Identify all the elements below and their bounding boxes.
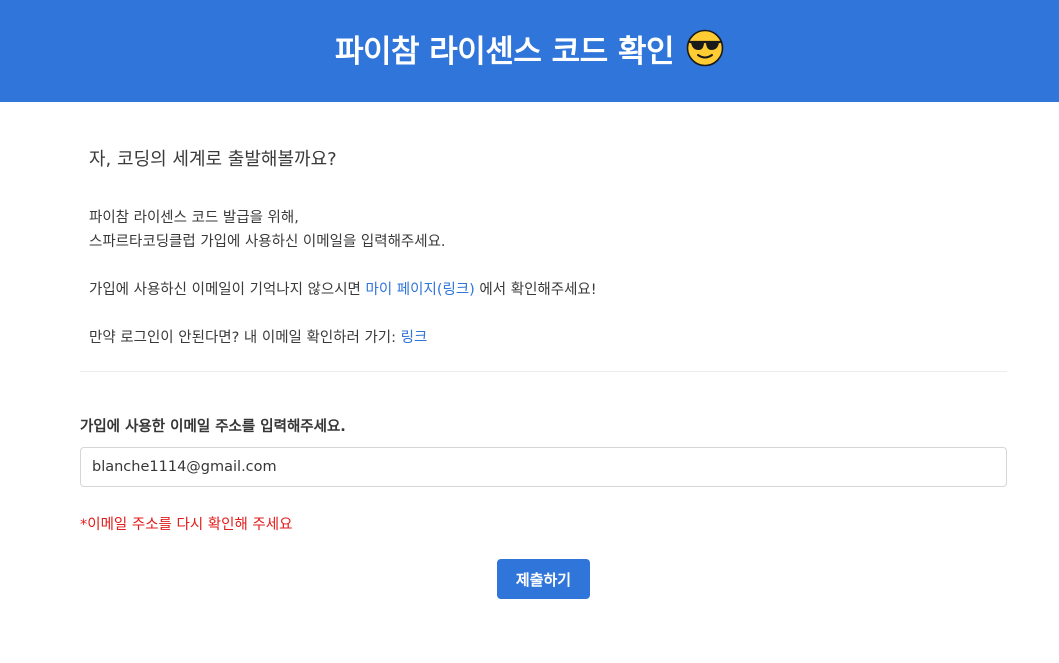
section-divider — [80, 371, 1007, 372]
mypage-paragraph: 가입에 사용하신 이메일이 기억나지 않으시면 마이 페이지(링크) 에서 확인… — [89, 278, 597, 302]
email-field[interactable] — [80, 447, 1007, 487]
login-paragraph: 만약 로그인이 안된다면? 내 이메일 확인하러 가기: 링크 — [89, 326, 427, 350]
email-field-label: 가입에 사용한 이메일 주소를 입력해주세요. — [80, 419, 346, 435]
email-error-message: *이메일 주소를 다시 확인해 주세요 — [80, 517, 293, 533]
greeting-text: 자, 코딩의 세계로 출발해볼까요? — [89, 149, 337, 170]
mypage-prefix-text: 가입에 사용하신 이메일이 기억나지 않으시면 — [89, 282, 366, 298]
login-prefix-text: 만약 로그인이 안된다면? 내 이메일 확인하러 가기: — [89, 330, 401, 346]
submit-button[interactable]: 제출하기 — [497, 559, 590, 599]
instruction-line-1: 파이참 라이센스 코드 발급을 위해, — [89, 210, 299, 226]
sunglasses-face-icon — [686, 29, 724, 67]
login-help-link[interactable]: 링크 — [401, 330, 428, 346]
page-title: 파이참 라이센스 코드 확인 — [334, 33, 675, 70]
page-header: 파이참 라이센스 코드 확인 — [0, 0, 1059, 102]
mypage-suffix-text: 에서 확인해주세요! — [474, 282, 597, 298]
header-title-group: 파이참 라이센스 코드 확인 — [335, 26, 724, 71]
instruction-paragraph: 파이참 라이센스 코드 발급을 위해, 스파르타코딩클럽 가입에 사용하신 이메… — [89, 206, 446, 254]
mypage-link[interactable]: 마이 페이지(링크) — [366, 282, 475, 298]
instruction-line-2: 스파르타코딩클럽 가입에 사용하신 이메일을 입력해주세요. — [89, 234, 446, 250]
intro-section: 자, 코딩의 세계로 출발해볼까요? 파이참 라이센스 코드 발급을 위해, 스… — [89, 148, 989, 346]
